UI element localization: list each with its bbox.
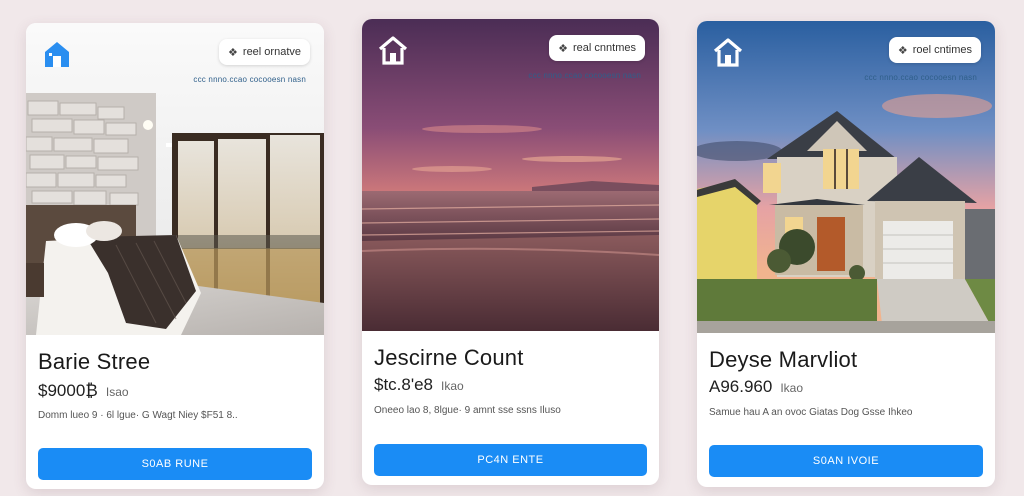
property-description: Oneeo lao 8, 8lgue· 9 amnt sse ssns Ilus… <box>374 405 561 416</box>
price-unit: Ikao <box>780 381 804 395</box>
price-unit: Ikao <box>441 379 464 393</box>
location-pin-icon: ❖ <box>897 44 908 57</box>
listing-subtext: ccc nnno.ccao cocooesn nasn <box>864 73 977 82</box>
property-title: Jescirne Count <box>374 345 524 370</box>
property-title: Deyse Marvliot <box>709 347 858 372</box>
property-description: Domm lueo 9 · 6l lgue· G Wagt Niey $F51 … <box>38 410 238 421</box>
location-pin-icon: ❖ <box>558 42 569 55</box>
view-property-button[interactable]: S0AN IVOIE <box>709 445 983 477</box>
property-card-3[interactable]: ❖ roel cntimes ccc nnno.ccao cocooesn na… <box>697 21 995 487</box>
listing-badge[interactable]: ❖ real cnntmes <box>549 35 645 61</box>
listing-badge[interactable]: ❖ reel ornatve <box>219 39 310 65</box>
home-icon[interactable] <box>40 37 74 71</box>
price-row: A96.960 Ikao <box>709 377 803 397</box>
property-description: Samue hau A an ovoc Giatas Dog Gsse Ihke… <box>709 407 913 418</box>
location-pin-icon: ❖ <box>228 46 238 59</box>
listing-badge[interactable]: ❖ roel cntimes <box>888 37 981 63</box>
property-image-bedroom[interactable]: ❖ reel ornatve ccc nnno.ccao cocooesn na… <box>26 23 324 335</box>
price-unit: Isao <box>105 385 129 399</box>
property-image-beach[interactable]: ❖ real cnntmes ccc nnno.ccao cocooesn na… <box>362 19 659 331</box>
property-image-house[interactable]: ❖ roel cntimes ccc nnno.ccao cocooesn na… <box>697 21 995 333</box>
view-property-button[interactable]: PC4N ENTE <box>374 444 647 476</box>
property-title: Barie Stree <box>38 349 151 374</box>
price-row: $tc.8'e8 Ikao <box>374 375 464 395</box>
home-icon[interactable] <box>711 35 745 69</box>
home-icon[interactable] <box>376 33 410 67</box>
property-price: $9000₿ <box>38 381 98 400</box>
property-card-1[interactable]: ❖ reel ornatve ccc nnno.ccao cocooesn na… <box>26 23 324 489</box>
view-property-button[interactable]: S0AB RUNE <box>38 448 312 480</box>
property-card-2[interactable]: ❖ real cnntmes ccc nnno.ccao cocooesn na… <box>362 19 659 485</box>
property-price: $tc.8'e8 <box>374 375 434 394</box>
property-price: A96.960 <box>709 377 773 396</box>
listing-subtext: ccc nnno.ccao cocooesn nasn <box>528 71 641 80</box>
price-row: $9000₿ Isao <box>38 381 129 401</box>
listing-subtext: ccc nnno.ccao cocooesn nasn <box>193 75 306 84</box>
